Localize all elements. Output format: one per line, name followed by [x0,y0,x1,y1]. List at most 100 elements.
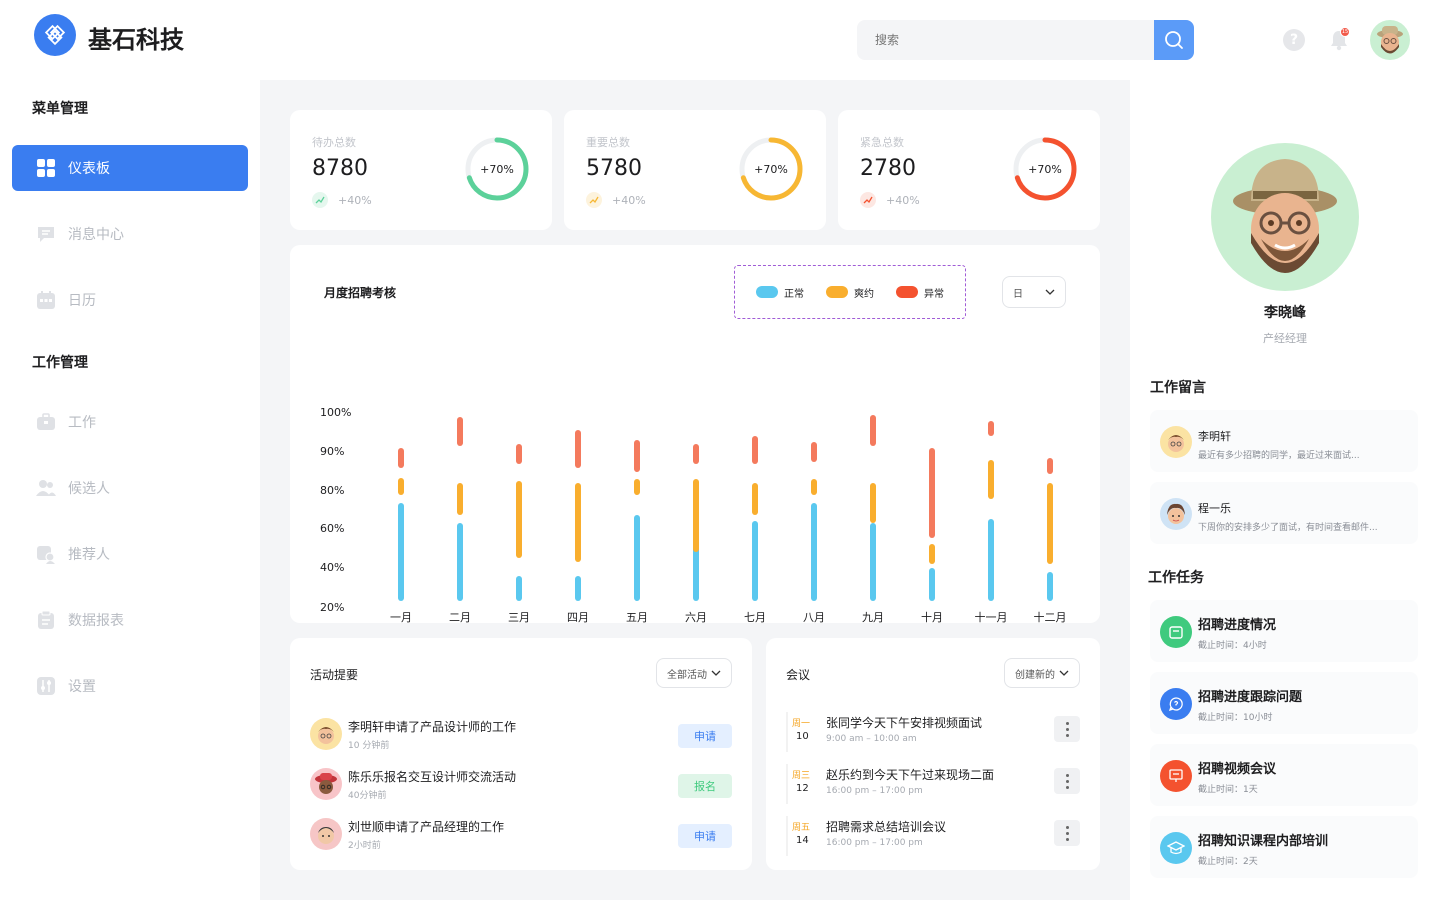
meetings-card: 会议 创建新的 周一 10 张同学今天下午安排视频面试 9:00 am – 10… [766,638,1100,870]
sidebar-item-dashboard[interactable]: 仪表板 [12,145,248,191]
activity-feed-card: 活动提要 全部活动 李明轩申请了产品设计师的工作 10 分钟前 申请 陈乐乐报名… [290,638,752,870]
referrer-icon [36,544,56,564]
chart-bar-noshow[interactable] [516,481,522,558]
chart-bar-abnormal[interactable] [929,448,935,539]
stat-trend: +40% [860,192,920,208]
stat-card-urgent[interactable]: 紧急总数 2780 +40% +70% [838,110,1100,230]
chart-bar-noshow[interactable] [870,483,876,523]
sidebar-item-messages[interactable]: 消息中心 [12,211,248,257]
chart-bar-abnormal[interactable] [634,440,640,472]
x-tick-label: 六月 [685,611,707,624]
meeting-item[interactable]: 周三 12 赵乐约到今天下午过来现场二面 16:00 pm – 17:00 pm [786,764,1080,808]
meeting-day: 周一 [792,719,811,729]
task-item[interactable]: 招聘视频会议 截止时间：1天 [1150,744,1418,806]
user-avatar[interactable] [1370,20,1410,60]
help-icon[interactable]: ? [1283,29,1305,51]
activity-filter-select[interactable]: 全部活动 [656,658,732,688]
chart-bar-normal[interactable] [398,503,404,601]
sidebar-item-candidates[interactable]: 候选人 [12,465,248,511]
task-item[interactable]: 招聘进度情况 截止时间：4小时 [1150,600,1418,662]
status-badge[interactable]: 报名 [678,774,732,798]
chart-bar-normal[interactable] [634,514,640,601]
task-due: 截止时间：1天 [1198,785,1258,795]
chart-bar-normal[interactable] [1047,571,1053,601]
graduation-icon [1160,832,1192,864]
meetings-create-select[interactable]: 创建新的 [1004,658,1080,688]
chart-bar-abnormal[interactable] [516,444,522,464]
task-item[interactable]: 招聘知识课程内部培训 截止时间：2天 [1150,816,1418,878]
sidebar-item-work[interactable]: 工作 [12,399,248,445]
meeting-item[interactable]: 周五 14 招聘需求总结培训会议 16:00 pm – 17:00 pm [786,816,1080,860]
meeting-title: 张同学今天下午安排视频面试 [826,716,983,730]
sidebar-item-label: 候选人 [68,481,110,497]
stat-label: 重要总数 [586,136,630,149]
chart-bar-noshow[interactable] [634,479,640,496]
status-badge[interactable]: 申请 [678,724,732,748]
stat-card-todo[interactable]: 待办总数 8780 +40% +70% [290,110,552,230]
avatar [310,768,342,800]
chart-bar-noshow[interactable] [1047,483,1053,564]
activity-item[interactable]: 刘世顺申请了产品经理的工作 2小时前 申请 [310,816,732,856]
search-bar [857,20,1194,60]
chart-bar-abnormal[interactable] [811,442,817,462]
chart-bar-normal[interactable] [516,575,522,601]
chart-bar-noshow[interactable] [693,479,699,552]
legend-item-abnormal[interactable]: 异常 [896,285,944,300]
chart-bar-abnormal[interactable] [398,448,404,468]
more-options-icon[interactable] [1054,716,1080,742]
chart-bar-noshow[interactable] [575,483,581,562]
search-input[interactable] [857,20,1154,60]
legend-item-normal[interactable]: 正常 [756,285,804,300]
task-item[interactable]: 招聘进度跟踪问题 截止时间：10小时 [1150,672,1418,734]
chart-bar-normal[interactable] [870,522,876,601]
period-select[interactable]: 日 [1002,276,1066,308]
sidebar-item-calendar[interactable]: 日历 [12,277,248,323]
chart-bar-abnormal[interactable] [457,416,463,447]
chart-bar-normal[interactable] [929,567,935,601]
chart-bar-noshow[interactable] [457,483,463,515]
chart-bar-abnormal[interactable] [575,430,581,468]
chart-bar-normal[interactable] [575,575,581,601]
x-tick-label: 十一月 [974,611,1008,624]
chart-bar-abnormal[interactable] [870,414,876,447]
chart-bar-noshow[interactable] [398,477,404,496]
meeting-item[interactable]: 周一 10 张同学今天下午安排视频面试 9:00 am – 10:00 am [786,712,1080,756]
x-tick-label: 二月 [449,611,471,624]
avatar [310,718,342,750]
settings-icon [36,676,56,696]
chart-bar-normal[interactable] [457,522,463,601]
chart-bar-abnormal[interactable] [1047,457,1053,474]
brand-logo-icon[interactable] [34,14,76,56]
sidebar-item-settings[interactable]: 设置 [12,663,248,709]
chart-bar-abnormal[interactable] [693,444,699,464]
activity-text: 陈乐乐报名交互设计师交流活动 [348,770,517,784]
profile-avatar[interactable] [1211,143,1359,291]
message-item[interactable]: 程一乐 下周你的安排多少了面试，有时间查看邮件... [1150,482,1418,544]
chart-bar-normal[interactable] [811,503,817,601]
sidebar-item-referrers[interactable]: 推荐人 [12,531,248,577]
sidebar-item-reports[interactable]: 数据报表 [12,597,248,643]
meetings-create-value: 创建新的 [1015,669,1055,681]
chart-bar-abnormal[interactable] [752,436,758,464]
legend-label: 异常 [924,288,944,300]
chart-bar-noshow[interactable] [811,479,817,496]
chart-bar-noshow[interactable] [929,544,935,564]
stat-card-important[interactable]: 重要总数 5780 +40% +70% [564,110,826,230]
activity-item[interactable]: 李明轩申请了产品设计师的工作 10 分钟前 申请 [310,716,732,756]
search-button[interactable] [1154,20,1194,60]
more-options-icon[interactable] [1054,768,1080,794]
profile-role: 产经经理 [1263,332,1307,345]
stat-label: 待办总数 [312,136,356,149]
status-badge[interactable]: 申请 [678,824,732,848]
chart-bar-normal[interactable] [988,518,994,601]
more-options-icon[interactable] [1054,820,1080,846]
chart-bar-noshow[interactable] [988,459,994,500]
brand-name[interactable]: 基石科技 [88,20,184,55]
chart-bar-noshow[interactable] [752,483,758,515]
chart-bar-abnormal[interactable] [988,420,994,437]
activity-item[interactable]: 陈乐乐报名交互设计师交流活动 40分钟前 报名 [310,766,732,806]
legend-item-noshow[interactable]: 爽约 [826,285,874,300]
x-tick-label: 八月 [803,611,825,624]
message-item[interactable]: 李明轩 最近有多少招聘的同学，最近过来面试... [1150,410,1418,472]
chart-bar-normal[interactable] [752,520,758,601]
